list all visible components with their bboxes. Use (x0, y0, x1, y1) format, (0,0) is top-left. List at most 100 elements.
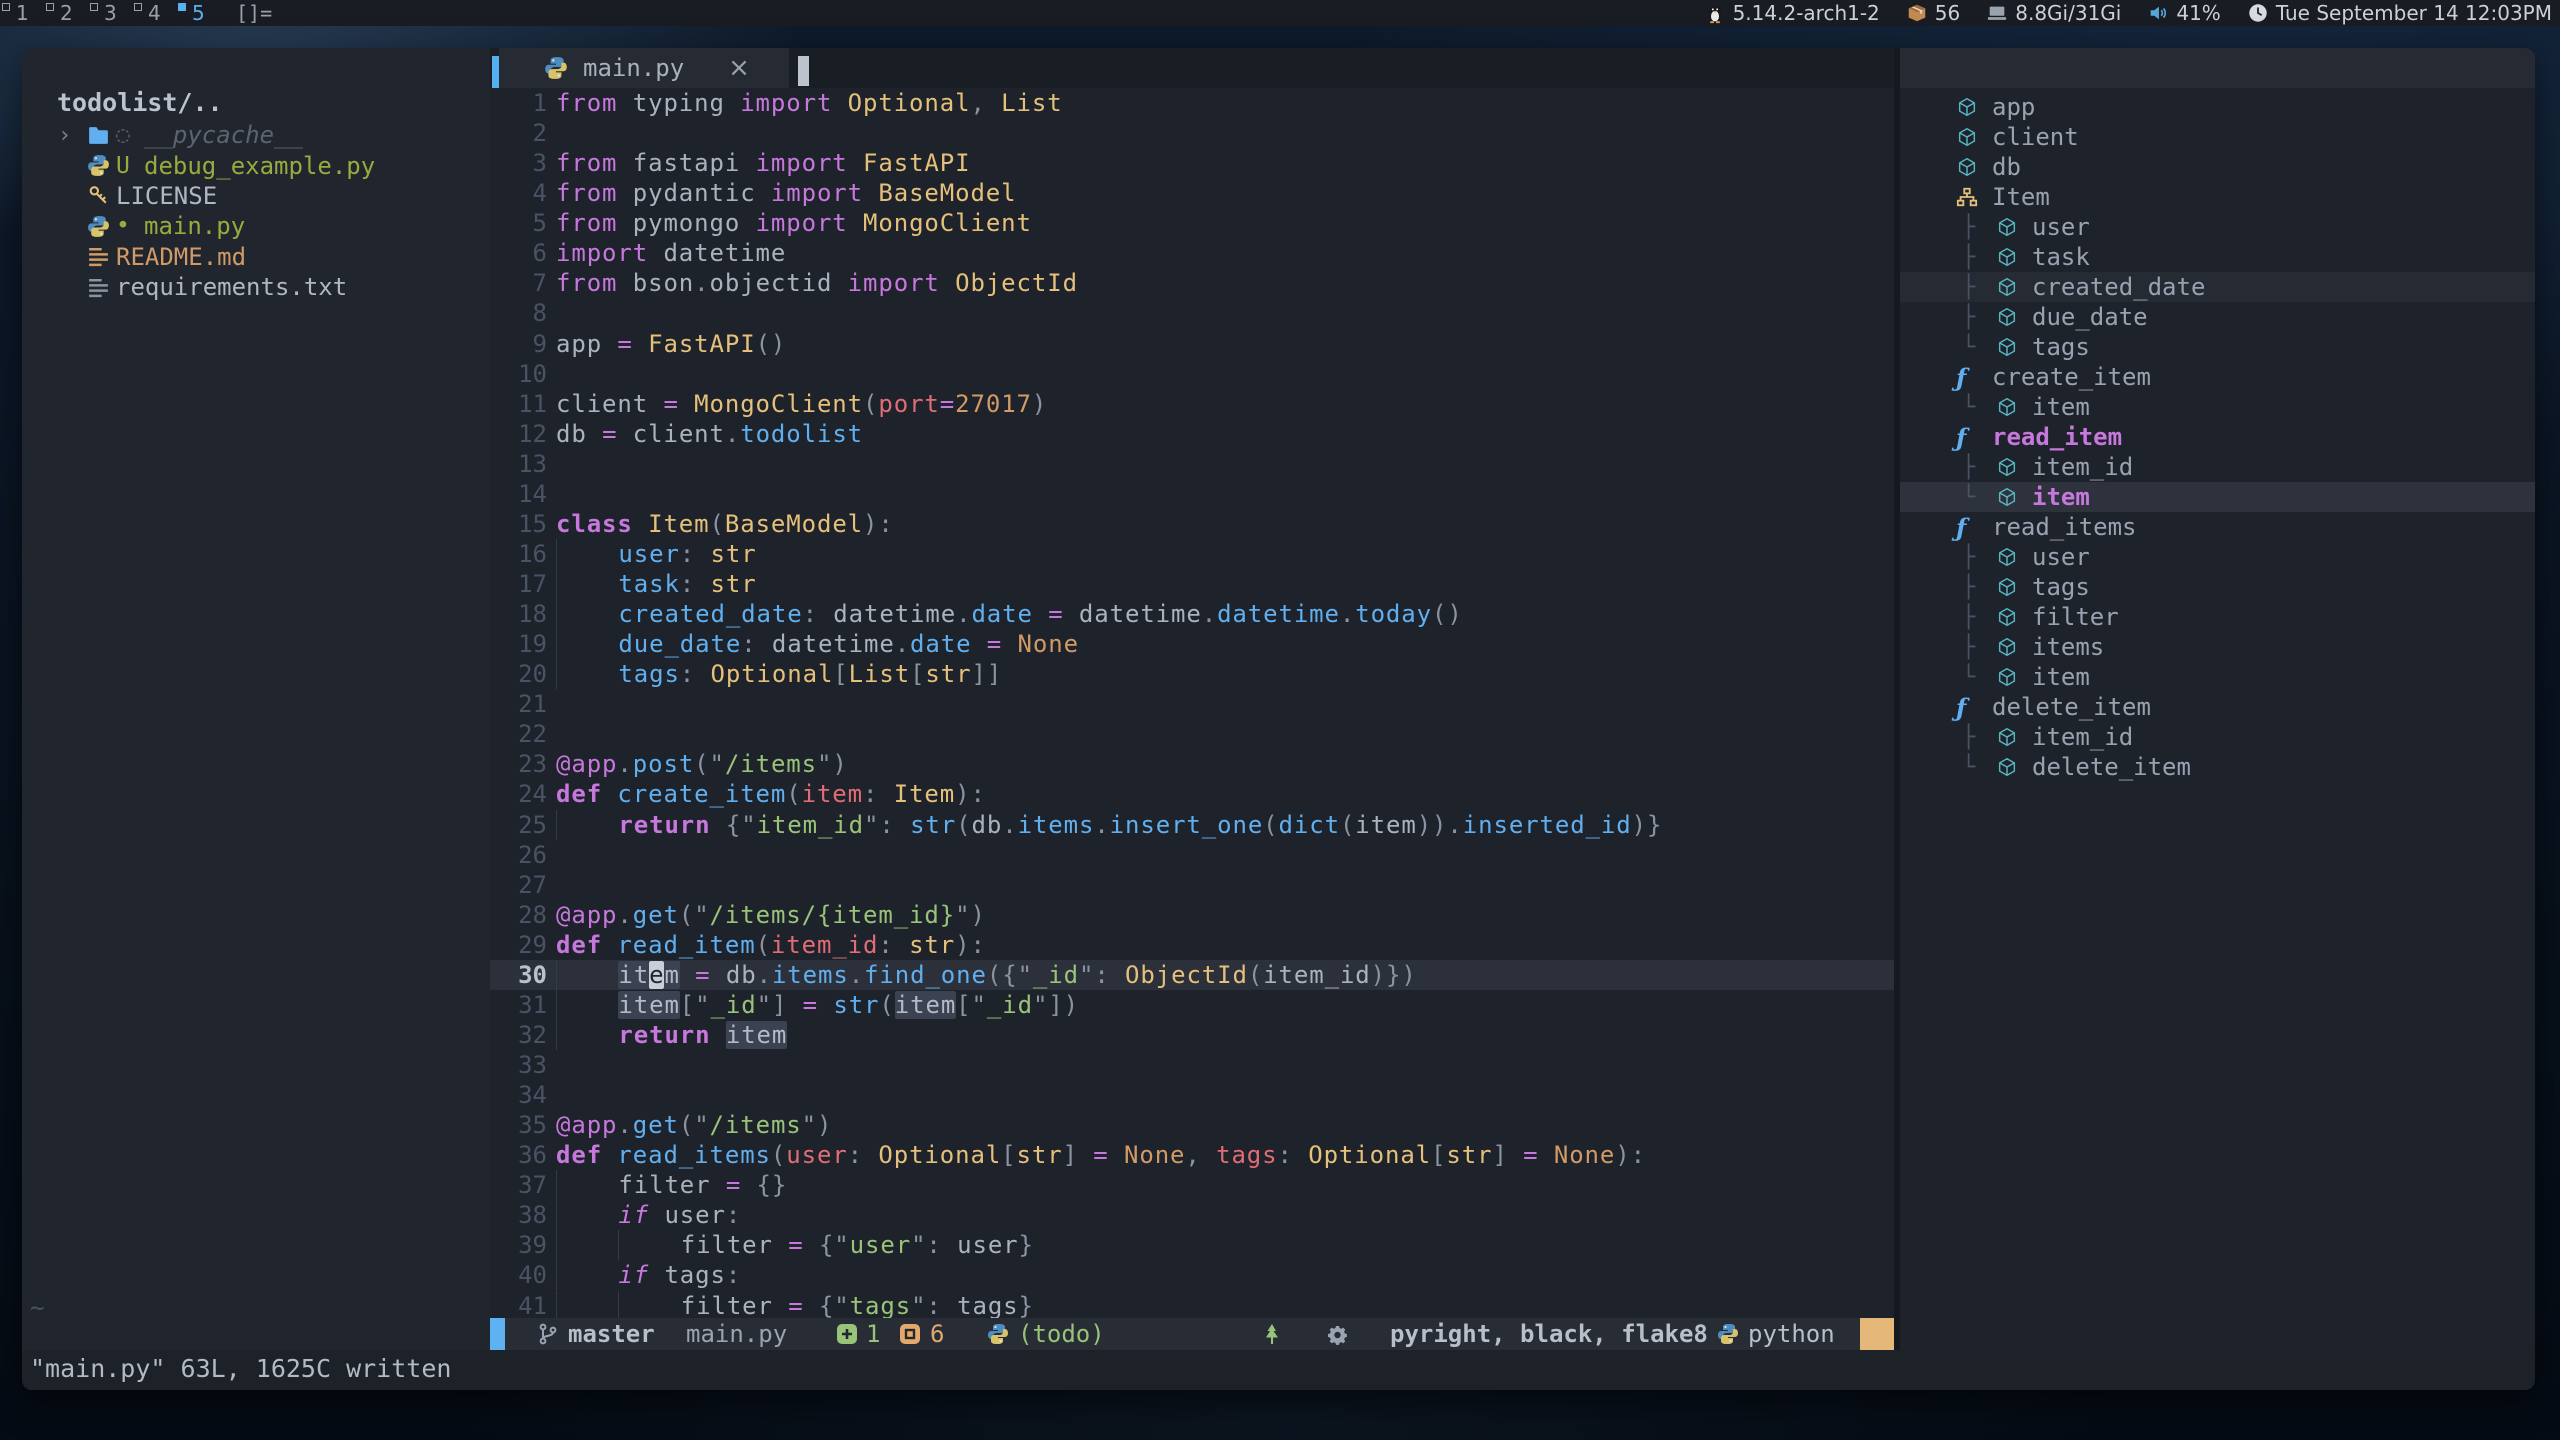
token: = (940, 390, 955, 418)
code-line-39[interactable]: 39filter = {"user": user} (490, 1230, 1894, 1260)
code-line-21[interactable]: 21 (490, 689, 1894, 719)
code-line-7[interactable]: 7from bson.objectid import ObjectId (490, 268, 1894, 298)
code-line-20[interactable]: 20tags: Optional[List[str]] (490, 659, 1894, 689)
outline-item-item[interactable]: └item (1900, 392, 2535, 422)
code-line-40[interactable]: 40if tags: (490, 1260, 1894, 1290)
code-line-24[interactable]: 24def create_item(item: Item): (490, 779, 1894, 809)
code-line-36[interactable]: 36def read_items(user: Optional[str] = N… (490, 1140, 1894, 1170)
tab-main-py[interactable]: main.py × (499, 48, 789, 88)
outline-item-item[interactable]: └item (1900, 662, 2535, 692)
code-line-9[interactable]: 9app = FastAPI() (490, 329, 1894, 359)
outline-item-due_date[interactable]: ├due_date (1900, 302, 2535, 332)
workspace-button-5[interactable]: 5 (176, 0, 220, 26)
code-line-5[interactable]: 5from pymongo import MongoClient (490, 208, 1894, 238)
workspace-button-4[interactable]: 4 (132, 0, 176, 26)
outline-item-db[interactable]: db (1900, 152, 2535, 182)
cube-icon (1996, 306, 2032, 328)
symbol-label: created_date (2032, 273, 2205, 301)
code-line-29[interactable]: 29def read_item(item_id: str): (490, 930, 1894, 960)
outline-item-user[interactable]: ├user (1900, 542, 2535, 572)
code-line-28[interactable]: 28@app.get("/items/{item_id}") (490, 900, 1894, 930)
outline-item-app[interactable]: app (1900, 92, 2535, 122)
code-line-3[interactable]: 3from fastapi import FastAPI (490, 148, 1894, 178)
code-line-4[interactable]: 4from pydantic import BaseModel (490, 178, 1894, 208)
code-line-41[interactable]: 41filter = {"tags": tags} (490, 1291, 1894, 1321)
outline-item-created_date[interactable]: ├created_date (1900, 272, 2535, 302)
code-line-10[interactable]: 10 (490, 359, 1894, 389)
outline-item-create_item[interactable]: ƒcreate_item (1900, 362, 2535, 392)
outline-item-client[interactable]: client (1900, 122, 2535, 152)
editor-buffer[interactable]: 1from typing import Optional, List23from… (490, 88, 1894, 1320)
code-line-13[interactable]: 13 (490, 449, 1894, 479)
tree-item--pycache-[interactable]: ›◌__pycache__ (22, 120, 490, 150)
outline-item-delete_item[interactable]: ƒdelete_item (1900, 692, 2535, 722)
code-line-26[interactable]: 26 (490, 840, 1894, 870)
code-line-30[interactable]: 30item = db.items.find_one({"_id": Objec… (490, 960, 1894, 990)
workspace-button-1[interactable]: 1 (0, 0, 44, 26)
outline-item-read_items[interactable]: ƒread_items (1900, 512, 2535, 542)
tree-item-main-py[interactable]: •main.py (22, 211, 490, 241)
line-number: 26 (490, 840, 547, 870)
outline-item-item[interactable]: └item (1900, 482, 2535, 512)
tree-item-debug-example-py[interactable]: Udebug_example.py (22, 150, 490, 180)
token: ]) (1048, 991, 1079, 1019)
tree-item-license[interactable]: LICENSE (22, 181, 490, 211)
token: _id (987, 991, 1033, 1019)
code-line-31[interactable]: 31item["_id"] = str(item["_id"]) (490, 990, 1894, 1020)
token: " (1018, 961, 1033, 989)
outline-item-filter[interactable]: ├filter (1900, 602, 2535, 632)
scroll-position-indicator (1860, 1318, 1894, 1350)
close-icon[interactable]: × (728, 53, 750, 83)
code-line-38[interactable]: 38if user: (490, 1200, 1894, 1230)
code-line-8[interactable]: 8 (490, 298, 1894, 328)
token: " (1079, 961, 1094, 989)
outline-item-items[interactable]: ├items (1900, 632, 2535, 662)
explorer-root-title: todolist/.. (57, 88, 223, 118)
code-line-34[interactable]: 34 (490, 1080, 1894, 1110)
code-line-27[interactable]: 27 (490, 870, 1894, 900)
indent-guide (556, 659, 618, 689)
code-line-35[interactable]: 35@app.get("/items") (490, 1110, 1894, 1140)
workspace-button-2[interactable]: 2 (44, 0, 88, 26)
symbol-label: task (2032, 243, 2090, 271)
outline-item-task[interactable]: ├task (1900, 242, 2535, 272)
tree-item-requirements-txt[interactable]: requirements.txt (22, 272, 490, 302)
code-line-19[interactable]: 19due_date: datetime.date = None (490, 629, 1894, 659)
code-line-37[interactable]: 37filter = {} (490, 1170, 1894, 1200)
code-line-23[interactable]: 23@app.post("/items") (490, 749, 1894, 779)
chevron-right-icon (58, 153, 86, 178)
tree-item-readme-md[interactable]: README.md (22, 242, 490, 272)
code-line-16[interactable]: 16user: str (490, 539, 1894, 569)
outline-item-read_item[interactable]: ƒread_item (1900, 422, 2535, 452)
code-line-6[interactable]: 6import datetime (490, 238, 1894, 268)
code-line-15[interactable]: 15class Item(BaseModel): (490, 509, 1894, 539)
token: user (957, 1231, 1018, 1259)
outline-item-tags[interactable]: └tags (1900, 332, 2535, 362)
token: " (955, 901, 970, 929)
code-line-12[interactable]: 12db = client.todolist (490, 419, 1894, 449)
code-line-11[interactable]: 11client = MongoClient(port=27017) (490, 389, 1894, 419)
code-line-2[interactable]: 2 (490, 118, 1894, 148)
chevron-right-icon[interactable]: › (58, 123, 86, 148)
outline-item-item_id[interactable]: ├item_id (1900, 452, 2535, 482)
code-line-22[interactable]: 22 (490, 719, 1894, 749)
token: : (879, 811, 910, 839)
outline-item-tags[interactable]: ├tags (1900, 572, 2535, 602)
git-status-mark: U (116, 153, 144, 179)
outline-item-delete_item[interactable]: └delete_item (1900, 752, 2535, 782)
code-line-1[interactable]: 1from typing import Optional, List (490, 88, 1894, 118)
code-line-18[interactable]: 18created_date: datetime.date = datetime… (490, 599, 1894, 629)
outline-item-item_id[interactable]: ├item_id (1900, 722, 2535, 752)
code-line-14[interactable]: 14 (490, 479, 1894, 509)
symbol-label: item_id (2032, 453, 2133, 481)
token: class (556, 510, 648, 538)
workspace-button-3[interactable]: 3 (88, 0, 132, 26)
code-line-33[interactable]: 33 (490, 1050, 1894, 1080)
code-line-17[interactable]: 17task: str (490, 569, 1894, 599)
code-line-25[interactable]: 25return {"item_id": str(db.items.insert… (490, 810, 1894, 840)
outline-item-user[interactable]: ├user (1900, 212, 2535, 242)
code-text: filter = {"user": user} (556, 1230, 1034, 1260)
code-line-32[interactable]: 32return item (490, 1020, 1894, 1050)
outline-item-Item[interactable]: Item (1900, 182, 2535, 212)
status-bar: 12345 []= 5.14.2-arch1-2568.8Gi/31Gi41%T… (0, 0, 2560, 26)
